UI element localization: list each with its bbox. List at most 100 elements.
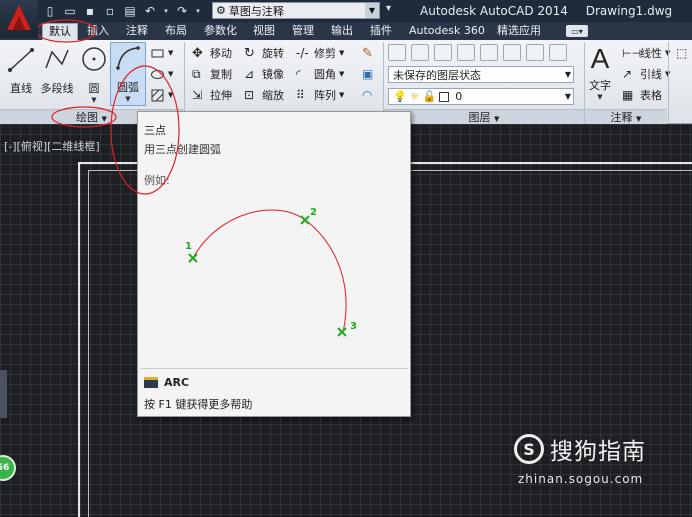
- rectangle-button[interactable]: ▼: [150, 44, 173, 62]
- layer-lock-icon[interactable]: [549, 44, 567, 61]
- dimension-label: 线性: [640, 47, 662, 60]
- table-label: 表格: [640, 89, 662, 102]
- explode-button[interactable]: ▣: [362, 65, 377, 83]
- sun-icon[interactable]: ☼: [410, 90, 420, 103]
- insert-block-icon: ⬚: [676, 45, 688, 60]
- color-swatch[interactable]: [439, 91, 450, 102]
- three-point-arc-illustration: 1 2 3: [185, 207, 357, 337]
- unlock-icon[interactable]: 🔓: [423, 90, 437, 103]
- layer-freeze-icon[interactable]: [526, 44, 544, 61]
- scale-button[interactable]: ⊡ 缩放: [244, 86, 284, 104]
- chevron-down-icon[interactable]: ▼: [565, 70, 571, 79]
- mirror-button[interactable]: ⊿ 镜像: [244, 65, 284, 83]
- chevron-down-icon[interactable]: ▼: [339, 70, 344, 78]
- chevron-down-icon[interactable]: ▼: [102, 115, 107, 123]
- layer-panel-footer[interactable]: 图层 ▼: [384, 109, 584, 124]
- tab-output[interactable]: 输出: [325, 23, 359, 40]
- arc-button[interactable]: 圆弧 ▼: [110, 42, 146, 106]
- array-button[interactable]: ⠿ 阵列 ▼: [296, 86, 344, 104]
- tab-parametric[interactable]: 参数化: [198, 23, 243, 40]
- tooltip-help: 按 F1 键获得更多帮助: [144, 398, 253, 411]
- tab-autodesk-360[interactable]: Autodesk 360: [403, 23, 491, 40]
- example-arc: [192, 209, 347, 333]
- watermark: S 搜狗指南: [514, 432, 646, 466]
- chevron-down-icon[interactable]: ▼: [339, 49, 344, 57]
- redo-dropdown-icon[interactable]: ▾: [194, 3, 202, 19]
- tab-default[interactable]: 默认: [42, 23, 78, 40]
- ellipse-button[interactable]: ▼: [150, 65, 173, 83]
- polyline-label: 多段线: [40, 82, 74, 95]
- chevron-down-icon[interactable]: ▼: [636, 115, 641, 123]
- layer-unisolate-icon[interactable]: [480, 44, 498, 61]
- workspace-name: 草图与注释: [228, 4, 284, 18]
- title-bar: ▯ ▭ ▪ ▫ ▤ ↶ ▾ ↷ ▾ ⚙ 草图与注释 ▼ ▾ Autodesk A…: [0, 0, 692, 38]
- erase-button[interactable]: ✎: [362, 44, 377, 62]
- chevron-down-icon[interactable]: ▼: [584, 93, 616, 101]
- leader-button[interactable]: ↗ 引线 ▼: [622, 65, 670, 83]
- tab-plugins[interactable]: 插件: [364, 23, 398, 40]
- customize-toolbar-icon[interactable]: ▾: [386, 3, 391, 14]
- annotation-panel-footer[interactable]: 注释 ▼: [585, 109, 667, 124]
- stretch-button[interactable]: ⇲ 拉伸: [192, 86, 232, 104]
- viewport-controls[interactable]: [-][俯视][二维线框]: [4, 138, 100, 154]
- fillet-button[interactable]: ◜ 圆角 ▼: [296, 65, 344, 83]
- offset-button[interactable]: ◠: [362, 86, 377, 104]
- polyline-button[interactable]: 多段线: [38, 44, 76, 96]
- redo-icon[interactable]: ↷: [174, 3, 190, 19]
- ribbon-minimize-button[interactable]: ▭▾: [566, 25, 588, 37]
- tab-layout[interactable]: 布局: [159, 23, 193, 40]
- panel-divider: [184, 42, 185, 122]
- chevron-down-icon[interactable]: ▼: [365, 3, 379, 18]
- save-icon[interactable]: ▪: [82, 3, 98, 19]
- layer-off-icon[interactable]: [503, 44, 521, 61]
- tab-insert[interactable]: 插入: [81, 23, 115, 40]
- layer-state-value: 未保存的图层状态: [393, 68, 481, 82]
- chevron-down-icon[interactable]: ▼: [565, 92, 571, 101]
- insert-block-button[interactable]: ⬚: [676, 44, 691, 62]
- tooltip-description: 用三点创建圆弧: [144, 143, 221, 156]
- undo-icon[interactable]: ↶: [142, 3, 158, 19]
- tab-featured-apps[interactable]: 精选应用: [491, 23, 547, 40]
- layer-previous-icon[interactable]: [434, 44, 452, 61]
- layer-panel-title: 图层: [468, 111, 491, 124]
- rotate-label: 旋转: [262, 47, 284, 60]
- save-as-icon[interactable]: ▫: [102, 3, 118, 19]
- text-button[interactable]: A 文字 ▼: [584, 44, 616, 102]
- undo-dropdown-icon[interactable]: ▾: [162, 3, 170, 19]
- tab-view[interactable]: 视图: [247, 23, 281, 40]
- layer-properties-icon[interactable]: [388, 44, 406, 61]
- rotate-button[interactable]: ↻ 旋转: [244, 44, 284, 62]
- tab-manage[interactable]: 管理: [286, 23, 320, 40]
- chevron-down-icon[interactable]: ▼: [168, 49, 173, 57]
- trim-button[interactable]: -/- 修剪 ▼: [296, 44, 344, 62]
- print-icon[interactable]: ▤: [122, 3, 138, 19]
- chevron-down-icon[interactable]: ▼: [76, 96, 112, 104]
- move-button[interactable]: ✥ 移动: [192, 44, 232, 62]
- current-layer-select[interactable]: 💡 ☼ 🔓 0 ▼: [388, 88, 574, 105]
- chevron-down-icon[interactable]: ▼: [168, 91, 173, 99]
- palette-handle[interactable]: [0, 370, 7, 418]
- line-button[interactable]: 直线: [3, 44, 39, 96]
- hatch-button[interactable]: ▼: [150, 86, 173, 104]
- layer-isolate-icon[interactable]: [457, 44, 475, 61]
- annotation-panel-title: 注释: [610, 111, 633, 124]
- quick-access-toolbar: ▯ ▭ ▪ ▫ ▤ ↶ ▾ ↷ ▾: [42, 2, 202, 20]
- dimension-button[interactable]: ⊢⊣ 线性 ▼: [622, 44, 670, 62]
- chevron-down-icon[interactable]: ▼: [111, 95, 145, 103]
- lightbulb-icon[interactable]: 💡: [393, 90, 407, 103]
- table-button[interactable]: ▦ 表格: [622, 86, 662, 104]
- chevron-down-icon[interactable]: ▼: [494, 115, 499, 123]
- chevron-down-icon[interactable]: ▼: [339, 91, 344, 99]
- circle-button[interactable]: 圆 ▼: [76, 44, 112, 104]
- open-file-icon[interactable]: ▭: [62, 3, 78, 19]
- chevron-down-icon[interactable]: ▼: [168, 70, 173, 78]
- workspace-switcher[interactable]: ⚙ 草图与注释 ▼: [212, 2, 380, 19]
- copy-button[interactable]: ⧉ 复制: [192, 65, 232, 83]
- layer-match-icon[interactable]: [411, 44, 429, 61]
- application-menu-button[interactable]: [0, 0, 38, 38]
- tab-annotate[interactable]: 注释: [120, 23, 154, 40]
- layer-state-select[interactable]: 未保存的图层状态 ▼: [388, 66, 574, 83]
- app-name: Autodesk AutoCAD 2014: [420, 4, 568, 18]
- new-file-icon[interactable]: ▯: [42, 3, 58, 19]
- ribbon-tabs: 默认 插入 注释 布局 参数化 视图 管理 输出 插件 Autodesk 360…: [0, 22, 692, 40]
